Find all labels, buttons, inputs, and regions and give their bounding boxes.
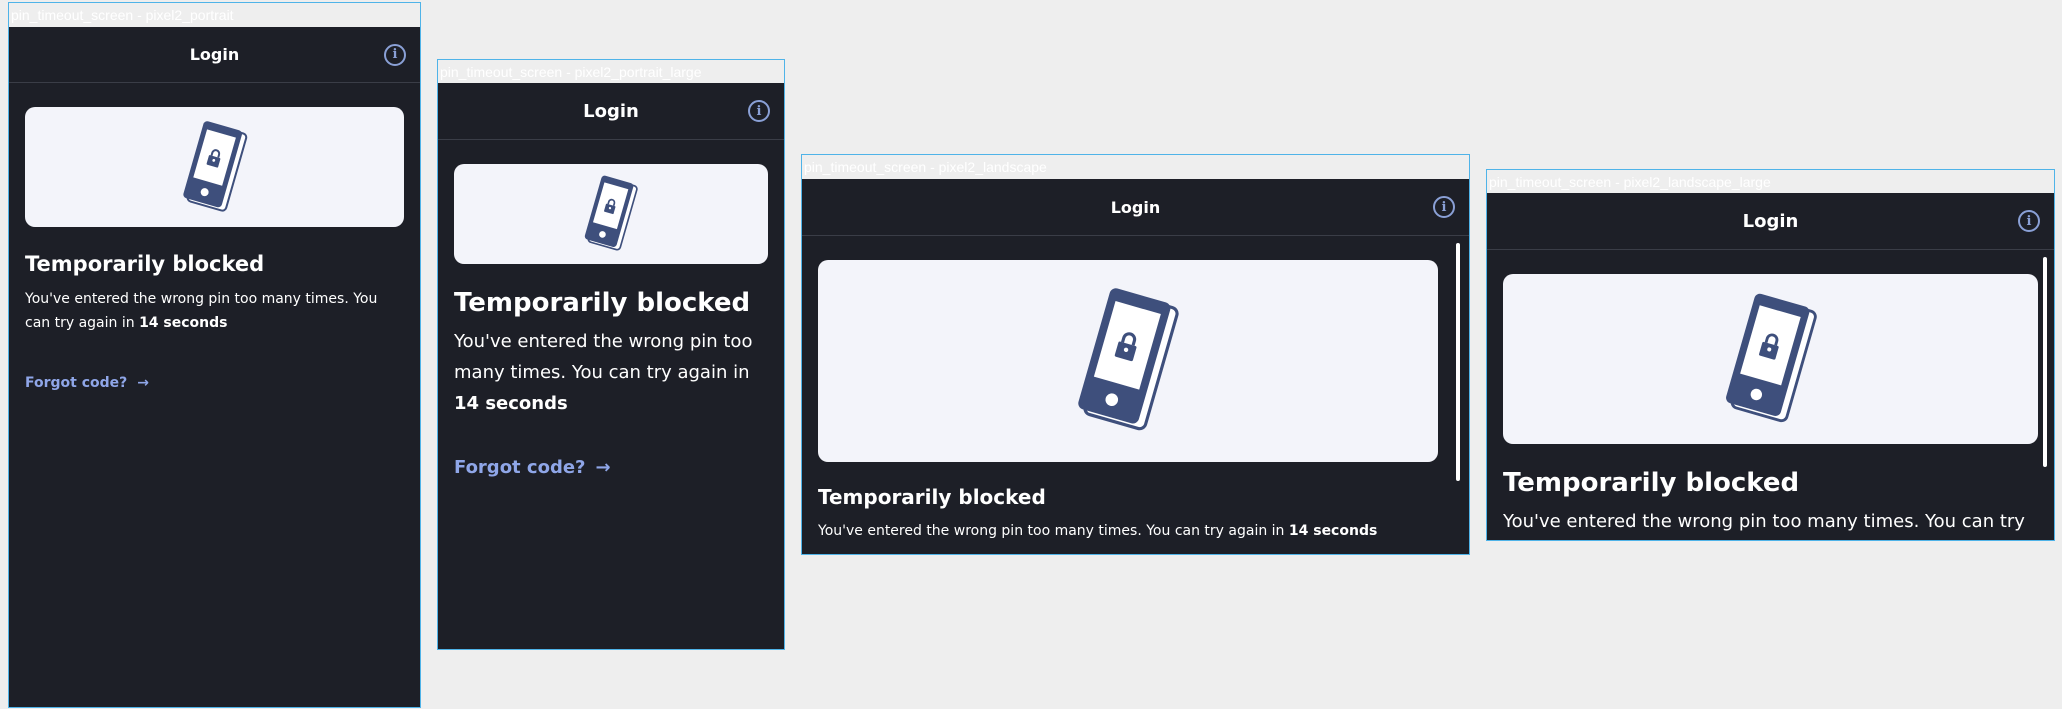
countdown: 14 seconds bbox=[454, 393, 568, 414]
locked-phone-icon bbox=[1725, 293, 1817, 422]
info-icon[interactable]: i bbox=[384, 43, 406, 66]
message-title: Temporarily blocked bbox=[818, 485, 1046, 509]
frame-label: pin_timeout_screen - pixel2_portrait_lar… bbox=[440, 64, 702, 80]
frame-label: pin_timeout_screen - pixel2_portrait bbox=[11, 7, 234, 23]
arrow-right-icon: → bbox=[595, 457, 611, 478]
countdown: 14 seconds bbox=[1288, 523, 1378, 539]
illustration-card bbox=[818, 260, 1438, 462]
message-title: Temporarily blocked bbox=[1503, 468, 1800, 498]
device-frame-portrait: pin_timeout_screen - pixel2_portrait Log… bbox=[8, 2, 421, 708]
locked-phone-icon bbox=[1078, 288, 1179, 431]
message-body: You've entered the wrong pin too many ti… bbox=[1503, 506, 2038, 540]
message-text: You've entered the wrong pin too many ti… bbox=[454, 331, 753, 383]
content: Temporarily blocked You've entered the w… bbox=[9, 83, 420, 391]
illustration-card bbox=[1503, 274, 2038, 444]
device-frame-landscape-large: pin_timeout_screen - pixel2_landscape_la… bbox=[1486, 169, 2055, 541]
message-body: You've entered the wrong pin too many ti… bbox=[454, 326, 768, 419]
page-title: Login bbox=[189, 45, 240, 64]
app-bar: Login i bbox=[438, 83, 784, 140]
device-frame-landscape: pin_timeout_screen - pixel2_landscape Lo… bbox=[801, 154, 1470, 555]
screen: Login i Temporarily blocked You've enter… bbox=[438, 83, 784, 649]
illustration-card bbox=[454, 164, 768, 264]
message-title: Temporarily blocked bbox=[454, 288, 751, 318]
screen: Login i Temporarily blocked You've enter… bbox=[1487, 193, 2054, 540]
message-text: You've entered the wrong pin too many ti… bbox=[818, 523, 1289, 539]
countdown: 14 seconds bbox=[139, 315, 228, 331]
frame-label: pin_timeout_screen - pixel2_landscape bbox=[804, 159, 1047, 175]
frame-label: pin_timeout_screen - pixel2_landscape_la… bbox=[1489, 174, 1771, 190]
forgot-code-label: Forgot code? bbox=[25, 375, 128, 391]
screen: Login i Temporarily blocked You've enter… bbox=[802, 179, 1469, 554]
app-bar: Login i bbox=[802, 179, 1469, 236]
app-bar: Login i bbox=[9, 27, 420, 83]
message-body: You've entered the wrong pin too many ti… bbox=[25, 287, 404, 335]
page-title: Login bbox=[1110, 197, 1161, 217]
info-icon[interactable]: i bbox=[748, 100, 770, 122]
message-body: You've entered the wrong pin too many ti… bbox=[818, 519, 1453, 543]
arrow-right-icon: → bbox=[137, 375, 150, 391]
forgot-code-label: Forgot code? bbox=[454, 457, 586, 478]
content: Temporarily blocked You've entered the w… bbox=[802, 236, 1469, 543]
illustration-card bbox=[25, 107, 404, 227]
screen: Login i Temporarily blocked You've enter… bbox=[9, 27, 420, 707]
device-frame-portrait-large: pin_timeout_screen - pixel2_portrait_lar… bbox=[437, 59, 785, 650]
forgot-code-link[interactable]: Forgot code? → bbox=[454, 457, 611, 478]
app-bar: Login i bbox=[1487, 193, 2054, 250]
message-text: You've entered the wrong pin too many ti… bbox=[1503, 511, 2025, 532]
content: Temporarily blocked You've entered the w… bbox=[1487, 250, 2054, 540]
forgot-code-link[interactable]: Forgot code? → bbox=[25, 375, 149, 391]
info-icon[interactable]: i bbox=[2018, 210, 2040, 232]
message-title: Temporarily blocked bbox=[25, 252, 265, 276]
locked-phone-icon bbox=[584, 175, 638, 251]
page-title: Login bbox=[1742, 210, 1799, 232]
content: Temporarily blocked You've entered the w… bbox=[438, 140, 784, 478]
page-title: Login bbox=[583, 100, 639, 122]
info-icon[interactable]: i bbox=[1433, 196, 1455, 218]
locked-phone-icon bbox=[182, 120, 247, 212]
